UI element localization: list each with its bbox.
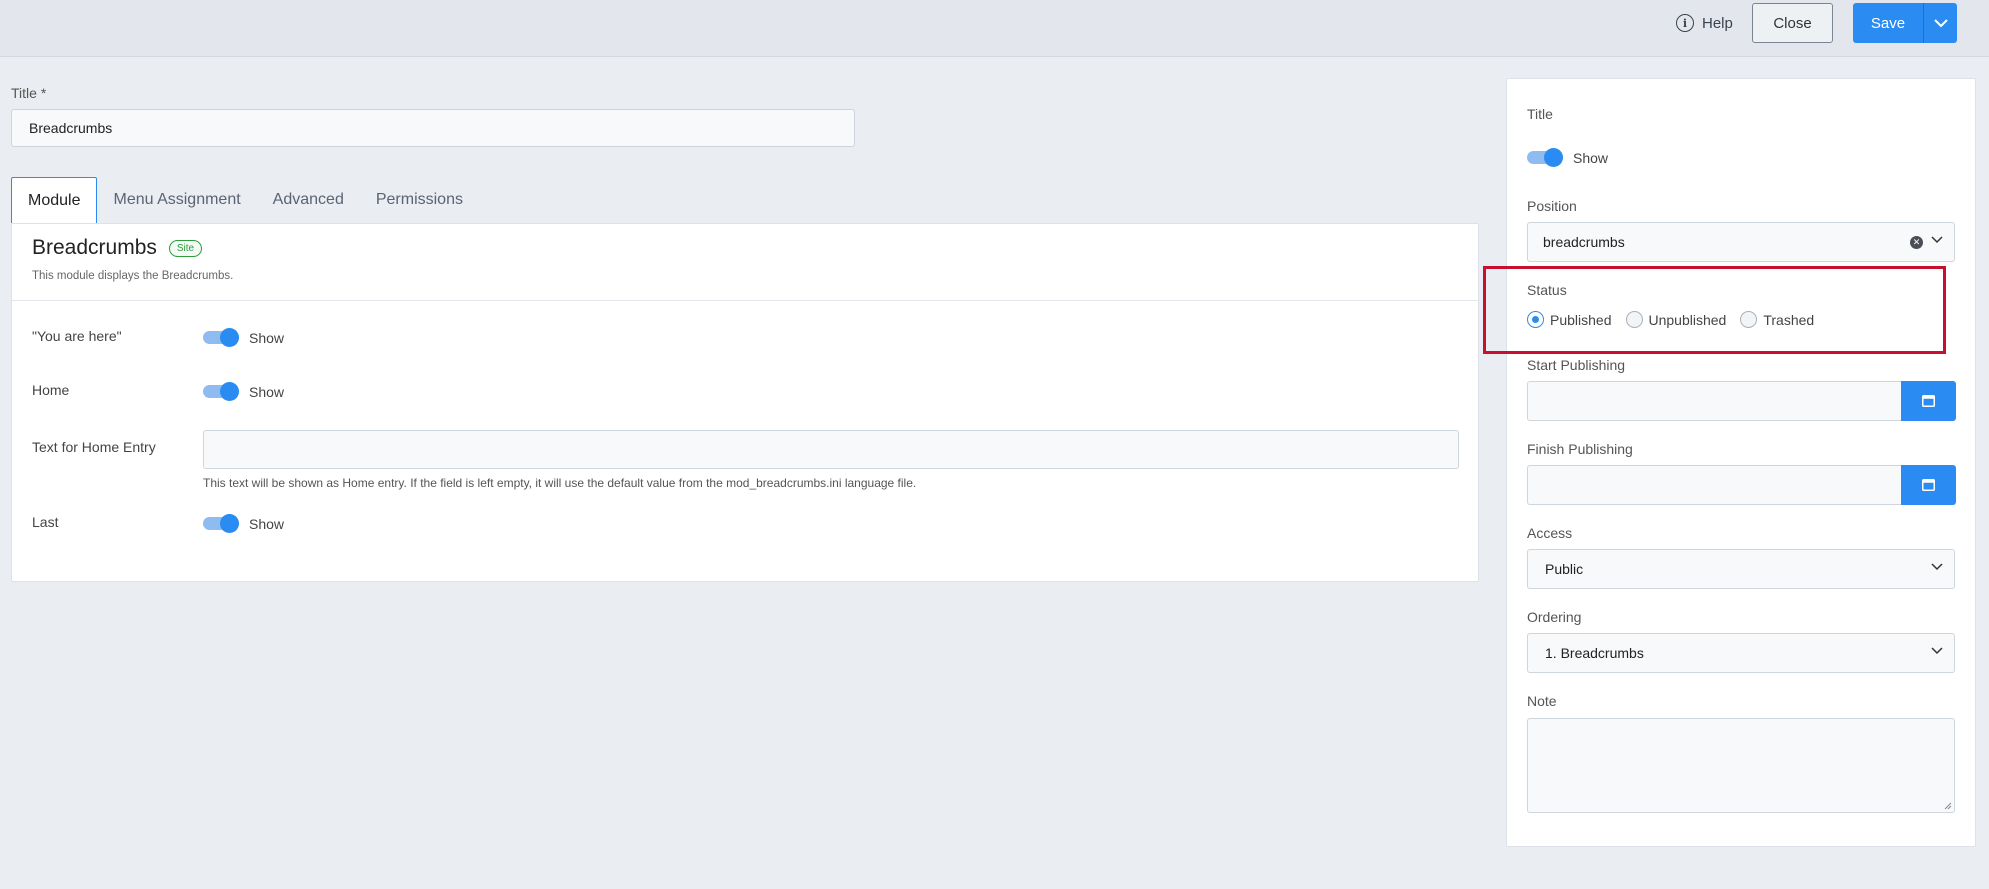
radio-checked-icon[interactable] [1527, 311, 1544, 328]
toggle-label: Show [1573, 149, 1609, 166]
tab-advanced[interactable]: Advanced [257, 177, 360, 223]
start-publishing-calendar-button[interactable] [1901, 381, 1956, 421]
status-published[interactable]: Published [1527, 311, 1612, 328]
status-unpublished[interactable]: Unpublished [1625, 311, 1727, 328]
toggle-label: Show [249, 515, 285, 532]
save-button[interactable]: Save [1853, 3, 1924, 43]
close-button[interactable]: Close [1752, 3, 1833, 43]
ordering-value: 1. Breadcrumbs [1545, 645, 1644, 661]
radio-icon[interactable] [1740, 311, 1758, 328]
tab-menu-assignment[interactable]: Menu Assignment [97, 177, 256, 223]
ordering-select[interactable]: 1. Breadcrumbs [1527, 633, 1955, 673]
note-textarea[interactable] [1527, 718, 1955, 813]
sidebar-title-label: Title [1527, 106, 1553, 122]
tab-bar: Module Menu Assignment Advanced Permissi… [11, 177, 479, 223]
access-select[interactable]: Public [1527, 549, 1955, 589]
chevron-down-icon [1931, 236, 1943, 244]
save-button-group: Save [1853, 3, 1957, 43]
tab-permissions[interactable]: Permissions [360, 177, 479, 223]
position-label: Position [1527, 198, 1577, 214]
title-label: Title * [11, 85, 47, 101]
module-card: Breadcrumbs Site This module displays th… [11, 223, 1479, 582]
status-option-label: Published [1550, 311, 1612, 328]
toggle-switch[interactable] [203, 382, 240, 401]
home-text-help: This text will be shown as Home entry. I… [203, 476, 917, 490]
calendar-icon [1922, 395, 1935, 407]
note-label: Note [1527, 693, 1557, 709]
access-value: Public [1545, 561, 1584, 577]
module-description: This module displays the Breadcrumbs. [32, 270, 234, 282]
position-select[interactable]: breadcrumbs ✕ [1527, 222, 1955, 262]
info-icon: i [1676, 14, 1694, 32]
ordering-label: Ordering [1527, 609, 1582, 625]
toggle-switch[interactable] [203, 328, 240, 347]
finish-publishing-input[interactable] [1527, 465, 1901, 505]
options-sidebar: Title Show Position breadcrumbs ✕ Status… [1506, 78, 1976, 847]
toggle-switch[interactable] [203, 514, 240, 533]
radio-icon[interactable] [1625, 311, 1643, 328]
access-label: Access [1527, 525, 1573, 541]
you-are-here-toggle[interactable]: Show [203, 328, 284, 347]
status-trashed[interactable]: Trashed [1740, 311, 1814, 328]
home-text-input[interactable] [203, 430, 1459, 469]
site-badge: Site [168, 239, 203, 257]
status-label: Status [1527, 282, 1567, 298]
finish-publishing-calendar-button[interactable] [1901, 465, 1956, 505]
toggle-label: Show [249, 383, 285, 400]
status-option-label: Unpublished [1648, 311, 1727, 328]
toggle-label: Show [249, 329, 285, 346]
chevron-down-icon [1931, 647, 1943, 655]
tab-module[interactable]: Module [11, 177, 98, 223]
toggle-switch[interactable] [1527, 148, 1564, 167]
status-radio-group: Published Unpublished Trashed [1527, 311, 1828, 328]
help-label: Help [1702, 14, 1733, 32]
last-label: Last [32, 514, 59, 530]
status-option-label: Trashed [1763, 311, 1815, 328]
calendar-icon [1922, 479, 1935, 491]
divider [12, 300, 1478, 301]
position-value: breadcrumbs [1543, 234, 1625, 250]
help-button[interactable]: i Help [1676, 13, 1733, 33]
chevron-down-icon [1931, 563, 1943, 571]
title-input[interactable]: Breadcrumbs [11, 109, 855, 147]
resize-grip-icon[interactable] [1944, 802, 1952, 810]
save-dropdown-button[interactable] [1924, 3, 1957, 43]
module-title: Breadcrumbs [32, 236, 157, 259]
sidebar-title-toggle[interactable]: Show [1527, 148, 1608, 167]
module-header: Breadcrumbs Site [32, 236, 203, 260]
last-toggle[interactable]: Show [203, 514, 284, 533]
home-toggle[interactable]: Show [203, 382, 284, 401]
you-are-here-label: "You are here" [32, 328, 122, 344]
home-text-label: Text for Home Entry [32, 439, 156, 455]
chevron-down-icon [1933, 18, 1948, 27]
start-publishing-label: Start Publishing [1527, 357, 1626, 373]
clear-icon[interactable]: ✕ [1910, 236, 1923, 249]
toolbar: i Help Close Save [0, 0, 1989, 57]
finish-publishing-label: Finish Publishing [1527, 441, 1633, 457]
start-publishing-input[interactable] [1527, 381, 1901, 421]
home-label: Home [32, 382, 70, 398]
